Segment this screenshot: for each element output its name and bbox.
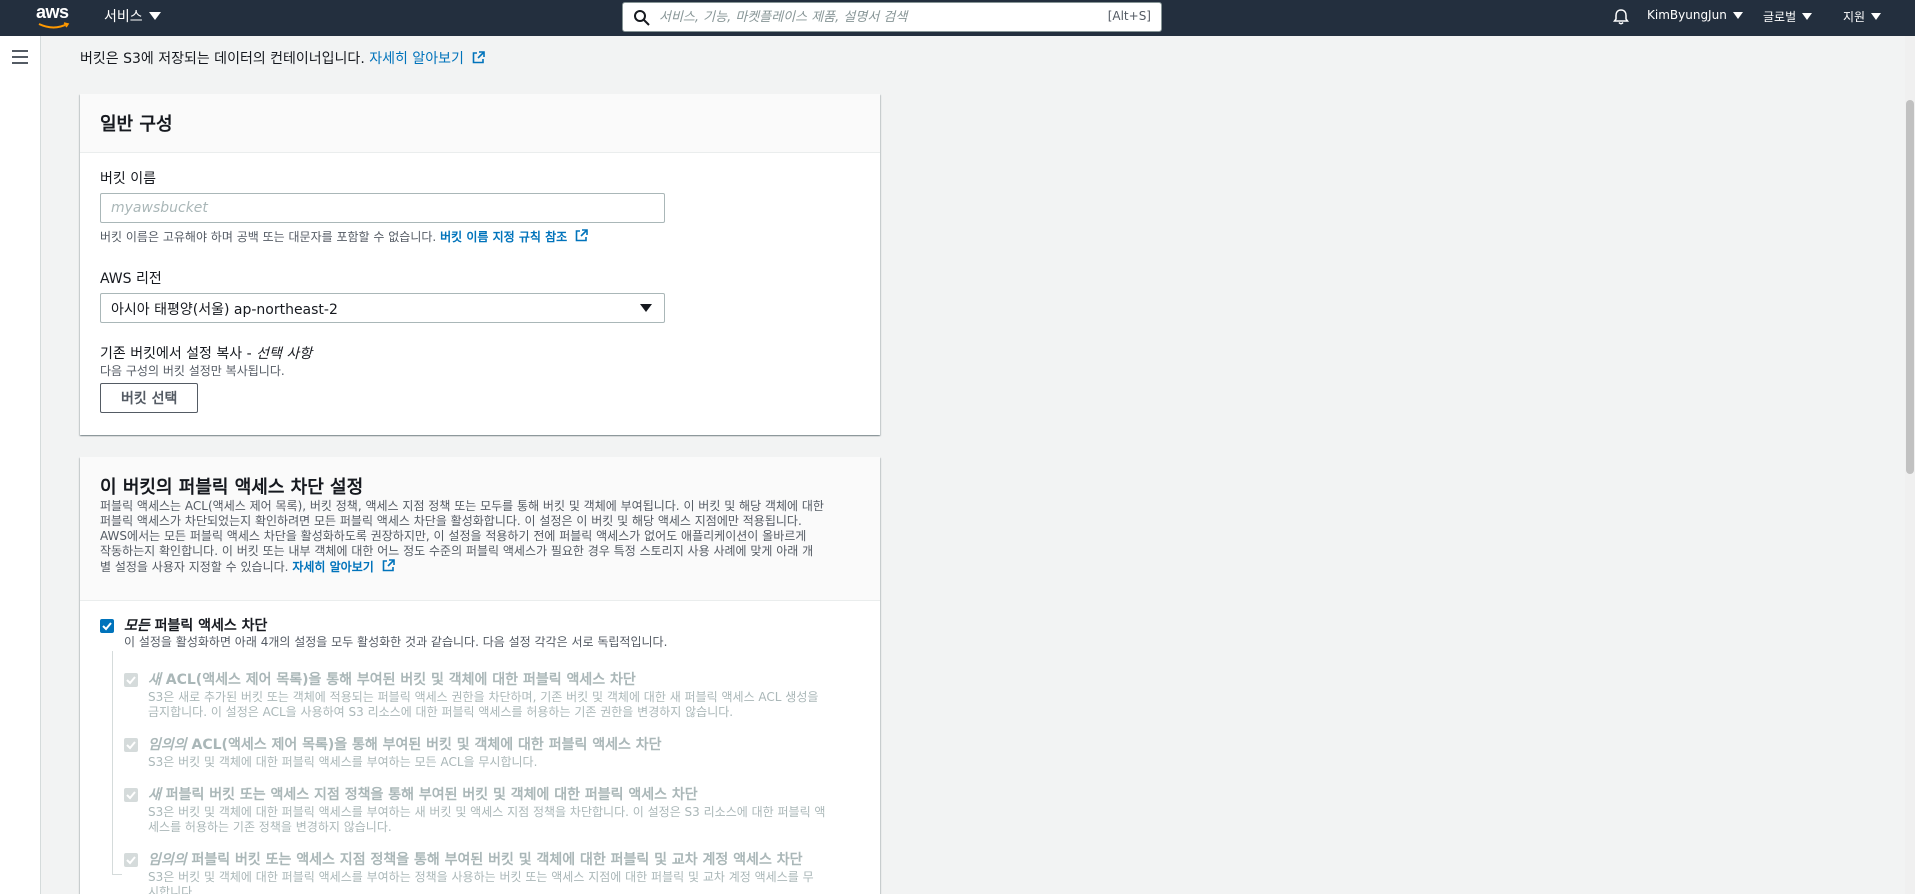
block-all-title: 모든 퍼블릭 액세스 차단 bbox=[124, 615, 267, 635]
intro-text: 버킷은 S3에 저장되는 데이터의 컨테이너입니다. 자세히 알아보기 bbox=[80, 48, 486, 68]
block-any-policy-checkbox[interactable] bbox=[124, 853, 138, 867]
learn-more-link[interactable]: 자세히 알아보기 bbox=[369, 51, 464, 67]
block-public-access-title: 이 버킷의 퍼블릭 액세스 차단 설정 bbox=[100, 477, 364, 498]
caret-down-icon bbox=[1871, 13, 1882, 20]
block-new-policy-title: 새 퍼블릭 버킷 또는 액세스 지점 정책을 통해 부여된 버킷 및 객체에 대… bbox=[148, 784, 698, 804]
option-desc-line: S3은 버킷 및 객체에 대한 퍼블릭 액세스를 부여하는 모든 ACL을 무시… bbox=[148, 755, 538, 769]
description-line-last: 별 설정을 사용자 지정할 수 있습니다. 자세히 알아보기 bbox=[100, 559, 870, 575]
search-shortcut: [Alt+S] bbox=[1107, 9, 1151, 23]
bucket-naming-rules-link[interactable]: 버킷 이름 지정 규칙 참조 bbox=[440, 230, 567, 244]
block-any-acl-checkbox[interactable] bbox=[124, 738, 138, 752]
general-config-header: 일반 구성 bbox=[80, 94, 880, 153]
tree-connector bbox=[112, 874, 122, 875]
account-label: KimByungJun bbox=[1647, 8, 1727, 22]
description-line: AWS에서는 모든 퍼블릭 액세스 차단을 활성화하도록 권장하지만, 이 설정… bbox=[100, 529, 807, 543]
block-new-acl-checkbox[interactable] bbox=[124, 673, 138, 687]
general-config-panel: 일반 구성 버킷 이름 버킷 이름은 고유해야 하며 공백 또는 대문자를 포함… bbox=[80, 94, 880, 435]
checkmark-icon bbox=[126, 676, 136, 685]
search-input[interactable] bbox=[659, 5, 1059, 29]
checkmark-icon bbox=[126, 791, 136, 800]
option-desc-line: S3은 버킷 및 객체에 대한 퍼블릭 액세스를 부여하는 새 버킷 및 액세스… bbox=[148, 805, 826, 819]
external-link-icon bbox=[472, 51, 486, 64]
external-link-icon bbox=[382, 559, 395, 572]
block-new-acl-title: 새 ACL(액세스 제어 목록)을 통해 부여된 버킷 및 객체에 대한 퍼블릭… bbox=[148, 669, 636, 689]
caret-down-icon bbox=[1732, 11, 1743, 19]
services-label: 서비스 bbox=[104, 9, 143, 25]
scrollbar-thumb[interactable] bbox=[1906, 100, 1914, 474]
checkmark-icon bbox=[102, 622, 112, 631]
copy-settings-optional: 선택 사항 bbox=[256, 346, 313, 362]
aws-region-select[interactable]: 아시아 태평양(서울) ap-northeast-2 bbox=[100, 293, 665, 323]
block-all-title-rest: 퍼블릭 액세스 차단 bbox=[154, 618, 268, 634]
support-label: 지원 bbox=[1843, 10, 1866, 24]
bucket-name-input[interactable] bbox=[100, 193, 665, 223]
option-title-rest: 퍼블릭 버킷 또는 액세스 지점 정책을 통해 부여된 버킷 및 객체에 대한 … bbox=[191, 852, 803, 868]
bucket-name-hint: 버킷 이름은 고유해야 하며 공백 또는 대문자를 포함할 수 없습니다. 버킷… bbox=[100, 228, 588, 245]
bucket-name-hint-text: 버킷 이름은 고유해야 하며 공백 또는 대문자를 포함할 수 없습니다. bbox=[100, 230, 437, 244]
tree-connector bbox=[112, 651, 113, 875]
block-all-title-em: 모든 bbox=[124, 618, 150, 634]
option-desc-line: S3은 버킷 및 객체에 대한 퍼블릭 액세스를 부여하는 정책을 사용하는 버… bbox=[148, 870, 814, 884]
option-title-rest: ACL(액세스 제어 목록)을 통해 부여된 버킷 및 객체에 대한 퍼블릭 액… bbox=[191, 737, 662, 753]
search-box[interactable]: [Alt+S] bbox=[622, 2, 1162, 32]
support-menu[interactable]: 지원 bbox=[1843, 8, 1882, 25]
option-title-em: 새 bbox=[148, 787, 161, 803]
block-all-description: 이 설정을 활성화하면 아래 4개의 설정을 모두 활성화한 것과 같습니다. … bbox=[124, 635, 668, 649]
bell-icon[interactable] bbox=[1612, 8, 1630, 26]
description-line: 별 설정을 사용자 지정할 수 있습니다. bbox=[100, 560, 289, 574]
choose-bucket-button[interactable]: 버킷 선택 bbox=[100, 383, 199, 413]
block-any-acl-description: S3은 버킷 및 객체에 대한 퍼블릭 액세스를 부여하는 모든 ACL을 무시… bbox=[148, 755, 537, 770]
option-title-rest: ACL(액세스 제어 목록)을 통해 부여된 버킷 및 객체에 대한 퍼블릭 액… bbox=[165, 672, 636, 688]
description-line: 퍼블릭 액세스는 ACL(액세스 제어 목록), 버킷 정책, 액세스 지점 정… bbox=[100, 499, 824, 513]
description-line: 퍼블릭 액세스가 차단되었는지 확인하려면 모든 퍼블릭 액세스 차단을 활성화… bbox=[100, 514, 802, 528]
aws-smile-icon bbox=[38, 22, 70, 29]
search-icon bbox=[634, 10, 650, 26]
option-desc-line: S3은 새로 추가된 버킷 또는 객체에 적용되는 퍼블릭 액세스 권한을 차단… bbox=[148, 690, 819, 704]
region-menu-label: 글로벌 bbox=[1763, 10, 1797, 24]
aws-region-label: AWS 리전 bbox=[100, 271, 162, 287]
block-all-checkbox[interactable] bbox=[100, 619, 114, 633]
region-menu[interactable]: 글로벌 bbox=[1763, 8, 1813, 25]
external-link-icon bbox=[575, 229, 588, 242]
side-navigation-strip bbox=[0, 36, 41, 894]
option-title-em: 새 bbox=[148, 672, 161, 688]
copy-settings-label-text: 기존 버킷에서 설정 복사 - bbox=[100, 346, 252, 362]
caret-down-icon bbox=[640, 304, 652, 312]
block-new-acl-description: S3은 새로 추가된 버킷 또는 객체에 적용되는 퍼블릭 액세스 권한을 차단… bbox=[148, 690, 818, 720]
block-any-policy-description: S3은 버킷 및 객체에 대한 퍼블릭 액세스를 부여하는 정책을 사용하는 버… bbox=[148, 870, 814, 894]
option-desc-line: 금지합니다. 이 설정은 ACL을 사용하여 S3 리소스에 대한 퍼블릭 액세… bbox=[148, 705, 734, 719]
caret-down-icon bbox=[148, 12, 161, 20]
intro-description: 버킷은 S3에 저장되는 데이터의 컨테이너입니다. bbox=[80, 51, 365, 67]
scrollbar[interactable] bbox=[1905, 36, 1915, 894]
block-public-access-panel: 이 버킷의 퍼블릭 액세스 차단 설정 퍼블릭 액세스는 ACL(액세스 제어 … bbox=[80, 457, 880, 894]
option-title-rest: 퍼블릭 버킷 또는 액세스 지점 정책을 통해 부여된 버킷 및 객체에 대한 … bbox=[165, 787, 698, 803]
aws-logo[interactable]: aws bbox=[36, 2, 72, 32]
caret-down-icon bbox=[1802, 13, 1813, 20]
copy-settings-label: 기존 버킷에서 설정 복사 - 선택 사항 bbox=[100, 343, 312, 363]
block-new-policy-description: S3은 버킷 및 객체에 대한 퍼블릭 액세스를 부여하는 새 버킷 및 액세스… bbox=[148, 805, 825, 835]
aws-region-value: 아시아 태평양(서울) ap-northeast-2 bbox=[111, 302, 338, 318]
block-public-access-header: 이 버킷의 퍼블릭 액세스 차단 설정 퍼블릭 액세스는 ACL(액세스 제어 … bbox=[80, 457, 880, 601]
top-navigation: aws 서비스 [Alt+S] KimByungJun 글로벌 지원 bbox=[0, 0, 1915, 36]
block-public-access-description: 퍼블릭 액세스는 ACL(액세스 제어 목록), 버킷 정책, 액세스 지점 정… bbox=[100, 499, 870, 575]
checkmark-icon bbox=[126, 856, 136, 865]
option-desc-line: 세스를 허용하는 기존 정책을 변경하지 않습니다. bbox=[148, 820, 392, 834]
option-title-em: 임의의 bbox=[148, 737, 187, 753]
aws-logo-text: aws bbox=[36, 2, 69, 22]
description-line: 작동하는지 확인합니다. 이 버킷 또는 내부 객체에 대한 어느 정도 수준의… bbox=[100, 544, 814, 558]
general-config-title: 일반 구성 bbox=[100, 114, 173, 135]
block-any-acl-title: 임의의 ACL(액세스 제어 목록)을 통해 부여된 버킷 및 객체에 대한 퍼… bbox=[148, 734, 661, 754]
block-any-policy-title: 임의의 퍼블릭 버킷 또는 액세스 지점 정책을 통해 부여된 버킷 및 객체에… bbox=[148, 849, 802, 869]
bucket-name-label: 버킷 이름 bbox=[100, 171, 156, 187]
checkmark-icon bbox=[126, 741, 136, 750]
option-desc-line: 시합니다. bbox=[148, 885, 196, 894]
copy-settings-hint: 다음 구성의 버킷 설정만 복사됩니다. bbox=[100, 364, 285, 378]
account-menu[interactable]: KimByungJun bbox=[1647, 8, 1743, 22]
block-new-policy-checkbox[interactable] bbox=[124, 788, 138, 802]
services-menu[interactable]: 서비스 bbox=[104, 6, 161, 26]
option-title-em: 임의의 bbox=[148, 852, 187, 868]
public-access-learn-more-link[interactable]: 자세히 알아보기 bbox=[292, 560, 373, 574]
hamburger-menu-icon[interactable] bbox=[12, 50, 28, 64]
